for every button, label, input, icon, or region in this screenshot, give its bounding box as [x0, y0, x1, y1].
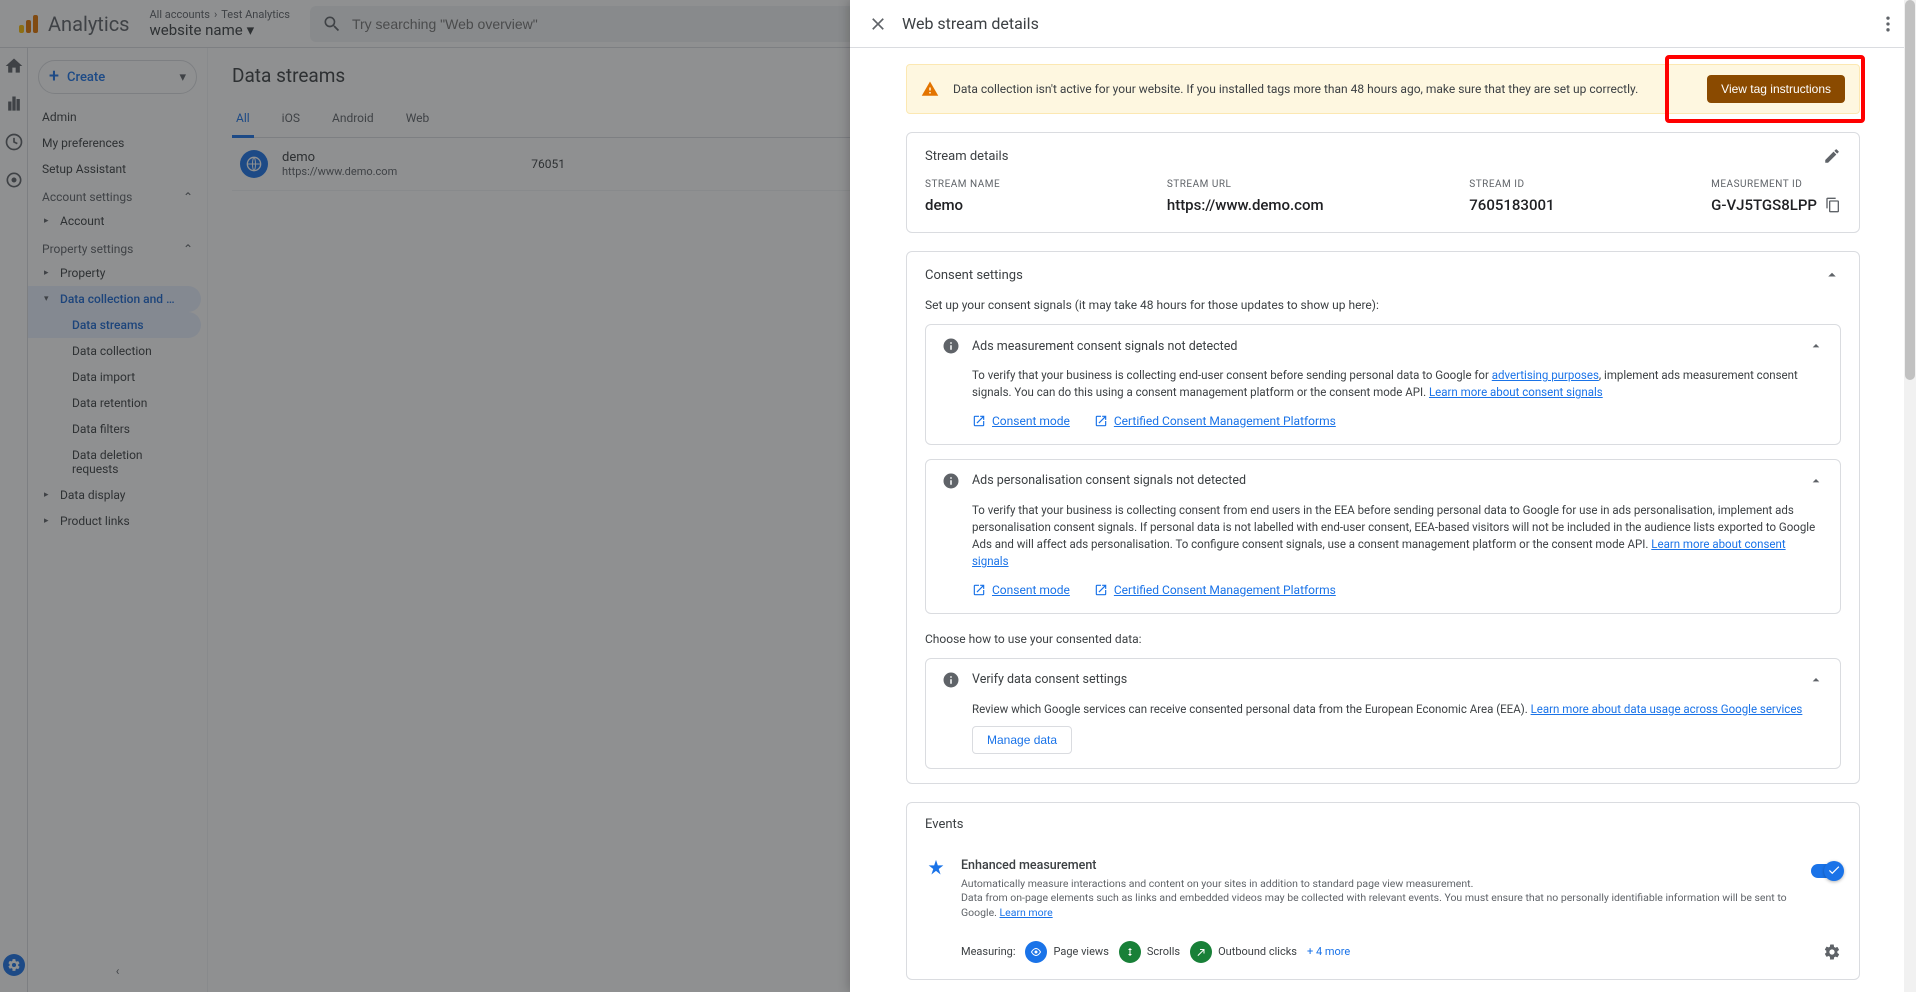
chevron-up-icon: [1808, 473, 1824, 489]
close-icon[interactable]: [868, 14, 888, 34]
chip-outbound-clicks: Outbound clicks: [1190, 941, 1297, 963]
chevron-up-icon: [1823, 266, 1841, 284]
chip-page-views: Page views: [1025, 941, 1108, 963]
ads-measurement-header[interactable]: Ads measurement consent signals not dete…: [926, 325, 1840, 367]
consent-settings-header[interactable]: Consent settings: [907, 252, 1859, 298]
enhanced-measurement-icon: [925, 858, 947, 880]
open-in-new-icon: [972, 583, 986, 597]
enhanced-measurement-toggle[interactable]: [1811, 864, 1841, 878]
learn-more-data-usage-link[interactable]: Learn more about data usage across Googl…: [1531, 702, 1803, 716]
panel-title: Web stream details: [902, 14, 1039, 33]
more-menu-icon[interactable]: [1878, 14, 1898, 34]
ads-personalisation-header[interactable]: Ads personalisation consent signals not …: [926, 460, 1840, 502]
chevron-up-icon: [1808, 338, 1824, 354]
open-in-new-icon: [1094, 583, 1108, 597]
verify-data-consent-card: Verify data consent settings Review whic…: [925, 658, 1841, 769]
learn-more-enhanced-link[interactable]: Learn more: [1000, 906, 1053, 919]
info-icon: [942, 337, 960, 355]
view-tag-instructions-button[interactable]: View tag instructions: [1707, 75, 1845, 103]
open-in-new-icon: [1094, 414, 1108, 428]
consent-mode-link-2[interactable]: Consent mode: [972, 581, 1070, 599]
consent-settings-card: Consent settings Set up your consent sig…: [906, 251, 1860, 784]
learn-more-consent-link[interactable]: Learn more about consent signals: [1429, 385, 1603, 399]
web-stream-details-panel: Web stream details Data collection isn't…: [850, 0, 1916, 992]
stream-details-card: Stream details STREAM NAME demo STREAM U…: [906, 132, 1860, 233]
more-chips-link[interactable]: + 4 more: [1307, 945, 1350, 958]
cmp-link[interactable]: Certified Consent Management Platforms: [1094, 412, 1336, 430]
ads-measurement-consent-card: Ads measurement consent signals not dete…: [925, 324, 1841, 445]
copy-icon[interactable]: [1825, 197, 1841, 213]
info-icon: [942, 472, 960, 490]
events-card: Events Enhanced measurement Automaticall…: [906, 802, 1860, 980]
open-in-new-icon: [972, 414, 986, 428]
panel-body: Data collection isn't active for your we…: [850, 48, 1916, 992]
ads-personalisation-consent-card: Ads personalisation consent signals not …: [925, 459, 1841, 614]
consent-mode-link[interactable]: Consent mode: [972, 412, 1070, 430]
page-scrollbar[interactable]: [1904, 0, 1916, 992]
verify-data-consent-header[interactable]: Verify data consent settings: [926, 659, 1840, 701]
data-collection-warning: Data collection isn't active for your we…: [906, 64, 1860, 114]
warning-icon: [921, 80, 939, 98]
cmp-link-2[interactable]: Certified Consent Management Platforms: [1094, 581, 1336, 599]
advertising-purposes-link[interactable]: advertising purposes: [1492, 368, 1599, 382]
scrollbar-thumb[interactable]: [1905, 0, 1915, 380]
manage-data-button[interactable]: Manage data: [972, 726, 1072, 754]
enhanced-measurement-settings-icon[interactable]: [1823, 943, 1841, 961]
chevron-up-icon: [1808, 672, 1824, 688]
chip-scrolls: Scrolls: [1119, 941, 1180, 963]
panel-header: Web stream details: [850, 0, 1916, 48]
info-icon: [942, 671, 960, 689]
edit-icon[interactable]: [1823, 147, 1841, 165]
